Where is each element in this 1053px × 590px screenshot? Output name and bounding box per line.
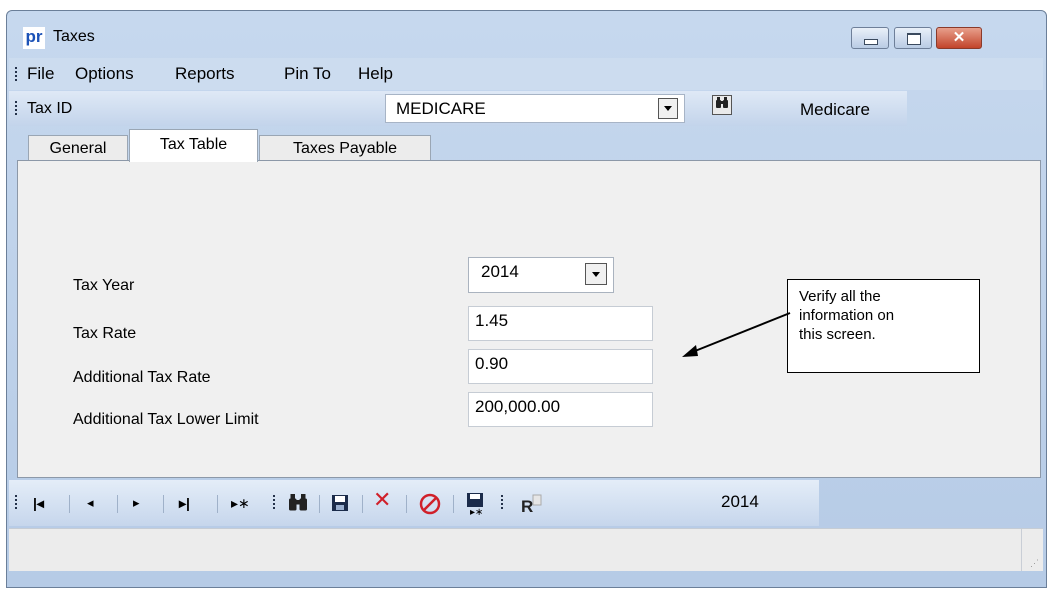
menu-file[interactable]: File <box>27 64 54 84</box>
toolbar-grip-icon[interactable] <box>273 495 276 511</box>
additional-tax-rate-label: Additional Tax Rate <box>73 369 211 386</box>
maximize-icon <box>907 33 921 45</box>
minimize-button[interactable] <box>851 27 889 49</box>
chevron-down-icon <box>592 272 600 277</box>
separator <box>69 495 70 513</box>
separator <box>453 495 454 513</box>
window-title: Taxes <box>53 28 95 45</box>
save-disk-icon <box>332 495 348 511</box>
tax-year-dropdown-button[interactable] <box>585 263 607 285</box>
additional-tax-rate-field[interactable]: 0.90 <box>468 349 653 384</box>
callout-line: Verify all the <box>799 288 881 305</box>
new-record-button[interactable]: ▸∗ <box>231 492 250 514</box>
report-r-icon: R <box>521 494 542 516</box>
status-bar: ⋰ <box>9 528 1043 571</box>
separator <box>117 495 118 513</box>
menu-pin-to[interactable]: Pin To <box>284 64 331 84</box>
minimize-icon <box>864 39 878 45</box>
find-button[interactable] <box>287 494 309 518</box>
tax-year-label: Tax Year <box>73 277 135 294</box>
tax-rate-field[interactable]: 1.45 <box>468 306 653 341</box>
menu-help[interactable]: Help <box>358 64 393 84</box>
svg-text:R: R <box>521 497 533 516</box>
next-record-button[interactable]: ▸ <box>133 492 140 514</box>
additional-tax-lower-limit-field[interactable]: 200,000.00 <box>468 392 653 427</box>
menu-options[interactable]: Options <box>75 64 134 84</box>
delete-button[interactable]: ✕ <box>373 489 391 511</box>
tab-general[interactable]: General <box>28 135 128 161</box>
callout-note: Verify all the information on this scree… <box>787 279 980 373</box>
tax-year-select[interactable]: 2014 <box>468 257 614 293</box>
binoculars-icon <box>289 494 307 511</box>
close-button[interactable]: ✕ <box>936 27 982 49</box>
cancel-icon <box>419 493 441 515</box>
tax-id-value: MEDICARE <box>396 99 486 118</box>
separator <box>406 495 407 513</box>
last-record-button[interactable]: ▸| <box>179 492 190 514</box>
save-and-new-button[interactable]: ▸∗ <box>465 492 485 522</box>
cancel-button[interactable] <box>419 493 441 521</box>
additional-tax-lower-limit-label: Additional Tax Lower Limit <box>73 411 259 428</box>
tax-id-toolbar: Tax ID MEDICARE Medicare <box>9 91 907 126</box>
callout-arrow <box>682 312 791 357</box>
title-bar[interactable]: pr Taxes ✕ <box>7 11 1046 59</box>
toolbar-grip-icon[interactable] <box>15 101 18 117</box>
tab-tax-table[interactable]: Tax Table <box>129 129 258 162</box>
previous-record-button[interactable]: ◂ <box>87 492 94 514</box>
tax-id-label: Tax ID <box>27 100 73 117</box>
taxes-window: pr Taxes ✕ File Options Reports Pin To H… <box>6 10 1047 588</box>
maximize-button[interactable] <box>894 27 932 49</box>
tab-strip: General Tax Table Taxes Payable <box>9 128 1043 162</box>
separator <box>319 495 320 513</box>
save-new-icon: ▸∗ <box>467 493 483 518</box>
record-navigation-toolbar: |◂ ◂ ▸ ▸| ▸∗ ✕ ▸∗ R 2014 <box>9 480 819 526</box>
separator <box>362 495 363 513</box>
tax-id-select[interactable]: MEDICARE <box>385 94 685 123</box>
tax-year-value: 2014 <box>481 262 519 281</box>
year-indicator: 2014 <box>721 492 759 511</box>
menu-bar: File Options Reports Pin To Help <box>9 58 1043 90</box>
callout-line: this screen. <box>799 326 876 343</box>
toolbar-grip-icon[interactable] <box>15 495 18 511</box>
first-record-button[interactable]: |◂ <box>33 492 44 514</box>
status-pane <box>9 529 1022 571</box>
toolbar-grip-icon[interactable] <box>15 67 18 83</box>
callout-line: information on <box>799 307 895 324</box>
tax-id-dropdown-button[interactable] <box>658 98 678 119</box>
resize-grip-icon[interactable]: ⋰ <box>1030 558 1040 568</box>
close-icon: ✕ <box>952 29 966 46</box>
binoculars-icon <box>716 97 728 108</box>
tax-id-description: Medicare <box>800 100 870 119</box>
report-button[interactable]: R <box>521 492 547 522</box>
svg-text:▸∗: ▸∗ <box>470 507 483 516</box>
menu-reports[interactable]: Reports <box>175 64 235 84</box>
separator <box>163 495 164 513</box>
separator <box>217 495 218 513</box>
chevron-down-icon <box>664 106 672 111</box>
find-tax-id-button[interactable] <box>712 95 732 115</box>
toolbar-grip-icon[interactable] <box>501 495 504 511</box>
tax-table-panel: Tax Year 2014 Tax Rate 1.45 Additional T… <box>17 160 1041 478</box>
app-logo-icon: pr <box>23 27 45 49</box>
tab-taxes-payable[interactable]: Taxes Payable <box>259 135 431 161</box>
tax-rate-label: Tax Rate <box>73 325 137 342</box>
save-button[interactable] <box>331 494 349 518</box>
